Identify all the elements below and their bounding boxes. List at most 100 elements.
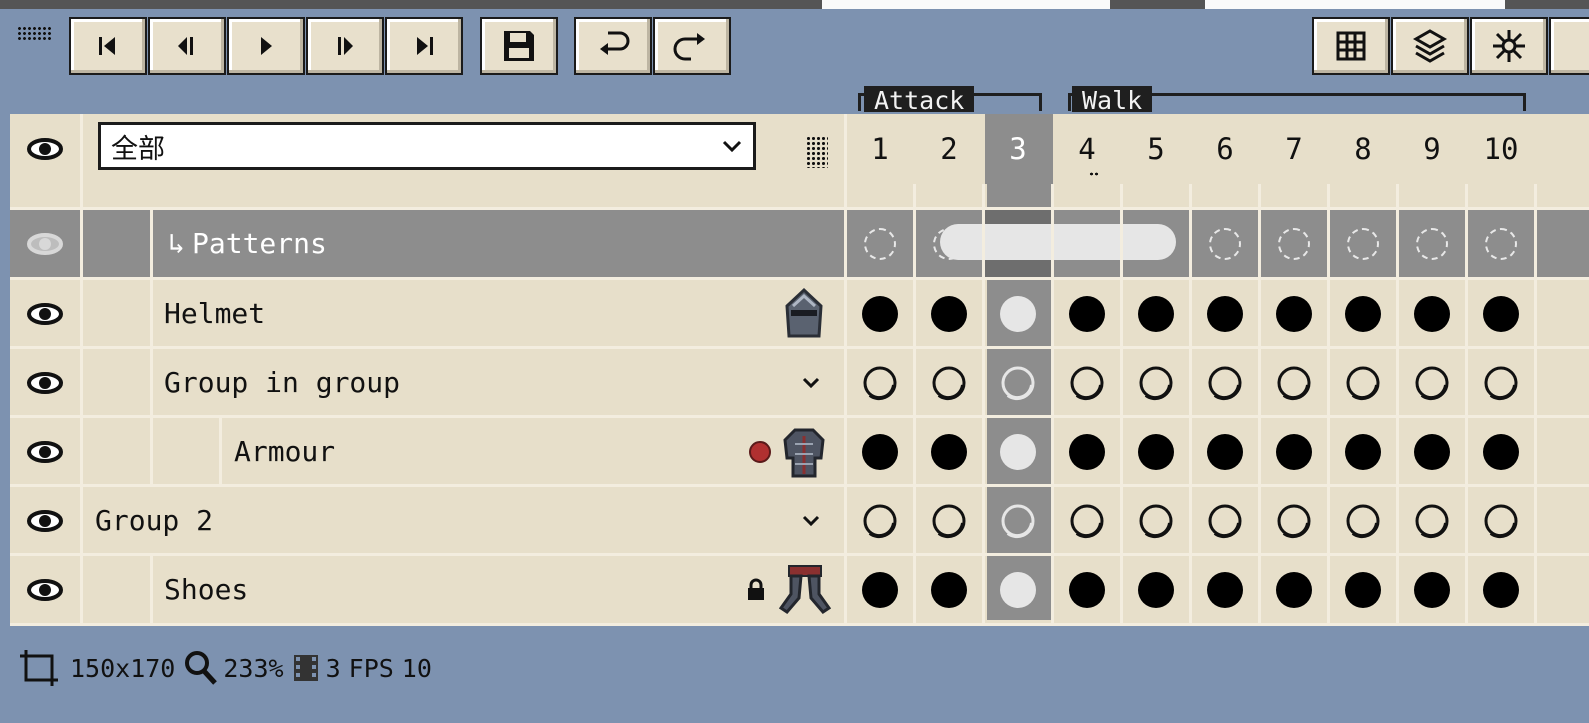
cel-group-current[interactable] xyxy=(985,487,1051,554)
cel[interactable] xyxy=(1123,280,1189,347)
visibility-toggle[interactable] xyxy=(10,556,80,623)
layer-row-group-2[interactable]: Group 2 xyxy=(10,487,1589,554)
layer-row-shoes[interactable]: Shoes xyxy=(10,556,1589,623)
frame-header-6[interactable]: 6 xyxy=(1192,114,1258,184)
redo-button[interactable] xyxy=(653,17,731,75)
frame-header-1[interactable]: 1 xyxy=(847,114,913,184)
onion-skin-button[interactable] xyxy=(1391,17,1469,75)
layer-row-group-in-group[interactable]: Group in group xyxy=(10,349,1589,416)
cel-group[interactable] xyxy=(1330,487,1396,554)
drag-handle-icon[interactable] xyxy=(17,26,53,42)
next-frame-button[interactable] xyxy=(306,17,384,75)
layer-filter-select[interactable]: 全部 xyxy=(98,122,756,170)
cel-group[interactable] xyxy=(1399,349,1465,416)
tag-walk[interactable]: Walk xyxy=(1072,86,1153,115)
cel-group[interactable] xyxy=(1261,349,1327,416)
rewind-button[interactable] xyxy=(574,17,652,75)
cel[interactable] xyxy=(1123,418,1189,485)
visibility-toggle[interactable] xyxy=(10,487,80,554)
cel-current[interactable] xyxy=(985,280,1051,347)
lock-icon[interactable] xyxy=(745,578,767,602)
cel[interactable] xyxy=(1330,418,1396,485)
visibility-toggle[interactable] xyxy=(10,210,80,277)
cel-group-current[interactable] xyxy=(985,349,1051,416)
cel[interactable] xyxy=(1330,280,1396,347)
red-dot-icon[interactable] xyxy=(749,441,771,463)
cel-group[interactable] xyxy=(847,349,913,416)
last-frame-button[interactable] xyxy=(385,17,463,75)
cel-group[interactable] xyxy=(1123,487,1189,554)
chevron-down-icon[interactable] xyxy=(801,373,821,393)
cel-group[interactable] xyxy=(1468,349,1534,416)
cel-empty[interactable] xyxy=(847,210,913,277)
tag-attack[interactable]: Attack xyxy=(864,86,975,115)
previous-frame-button[interactable] xyxy=(148,17,226,75)
first-frame-button[interactable] xyxy=(69,17,147,75)
frame-header-9[interactable]: 9 xyxy=(1399,114,1465,184)
cel[interactable] xyxy=(1468,280,1534,347)
cel[interactable] xyxy=(847,556,913,623)
cel-group[interactable] xyxy=(847,487,913,554)
cel[interactable] xyxy=(1261,280,1327,347)
cel-group[interactable] xyxy=(1468,487,1534,554)
effects-button[interactable] xyxy=(1470,17,1548,75)
cel-current[interactable] xyxy=(985,418,1051,485)
frame-header-3[interactable]: 3 xyxy=(985,114,1051,184)
cel-group[interactable] xyxy=(916,487,982,554)
layer-row-helmet[interactable]: Helmet xyxy=(10,280,1589,347)
cel[interactable] xyxy=(1468,418,1534,485)
save-button[interactable] xyxy=(480,17,558,75)
fps-value[interactable]: 10 xyxy=(402,654,432,683)
cel[interactable] xyxy=(1054,418,1120,485)
more-button[interactable] xyxy=(1549,17,1589,75)
cel-group[interactable] xyxy=(1192,349,1258,416)
visibility-toggle[interactable] xyxy=(10,349,80,416)
layer-row-patterns[interactable]: ↳ Patterns xyxy=(10,210,1589,277)
cel[interactable] xyxy=(1399,280,1465,347)
cel[interactable] xyxy=(1399,418,1465,485)
chevron-down-icon[interactable] xyxy=(801,511,821,531)
cel[interactable] xyxy=(1468,556,1534,623)
cel[interactable] xyxy=(1261,556,1327,623)
frame-header-5[interactable]: 5 xyxy=(1123,114,1189,184)
cel-group[interactable] xyxy=(916,349,982,416)
cel-group[interactable] xyxy=(1192,487,1258,554)
cel[interactable] xyxy=(916,418,982,485)
cel-group[interactable] xyxy=(1054,487,1120,554)
cel[interactable] xyxy=(1192,556,1258,623)
cel-empty[interactable] xyxy=(1192,210,1258,277)
cel[interactable] xyxy=(1054,280,1120,347)
cel[interactable] xyxy=(1054,556,1120,623)
cel-group[interactable] xyxy=(1330,349,1396,416)
toggle-all-visibility[interactable] xyxy=(10,114,80,184)
cel[interactable] xyxy=(847,418,913,485)
frame-header-7[interactable]: 7 xyxy=(1261,114,1327,184)
frame-header-4[interactable]: 4 xyxy=(1054,114,1120,184)
cel[interactable] xyxy=(1330,556,1396,623)
cel-group[interactable] xyxy=(1123,349,1189,416)
cel[interactable] xyxy=(847,280,913,347)
frame-header-8[interactable]: 8 xyxy=(1330,114,1396,184)
cel-group[interactable] xyxy=(1054,349,1120,416)
cel-empty[interactable] xyxy=(1399,210,1465,277)
cel[interactable] xyxy=(1123,556,1189,623)
visibility-toggle[interactable] xyxy=(10,280,80,347)
frame-header-2[interactable]: 2 xyxy=(916,114,982,184)
cel-group[interactable] xyxy=(1261,487,1327,554)
cel[interactable] xyxy=(916,280,982,347)
cel[interactable] xyxy=(1192,418,1258,485)
frames-grip-icon[interactable] xyxy=(806,136,828,168)
layer-row-armour[interactable]: Armour xyxy=(10,418,1589,485)
play-button[interactable] xyxy=(227,17,305,75)
cel[interactable] xyxy=(1399,556,1465,623)
cel[interactable] xyxy=(916,556,982,623)
frame-header-10[interactable]: 10 xyxy=(1468,114,1534,184)
grid-button[interactable] xyxy=(1312,17,1390,75)
cel-empty[interactable] xyxy=(1468,210,1534,277)
cel[interactable] xyxy=(1261,418,1327,485)
cel[interactable] xyxy=(1192,280,1258,347)
visibility-toggle[interactable] xyxy=(10,418,80,485)
cel-group[interactable] xyxy=(1399,487,1465,554)
cel-current[interactable] xyxy=(985,556,1051,623)
cel-empty[interactable] xyxy=(1330,210,1396,277)
